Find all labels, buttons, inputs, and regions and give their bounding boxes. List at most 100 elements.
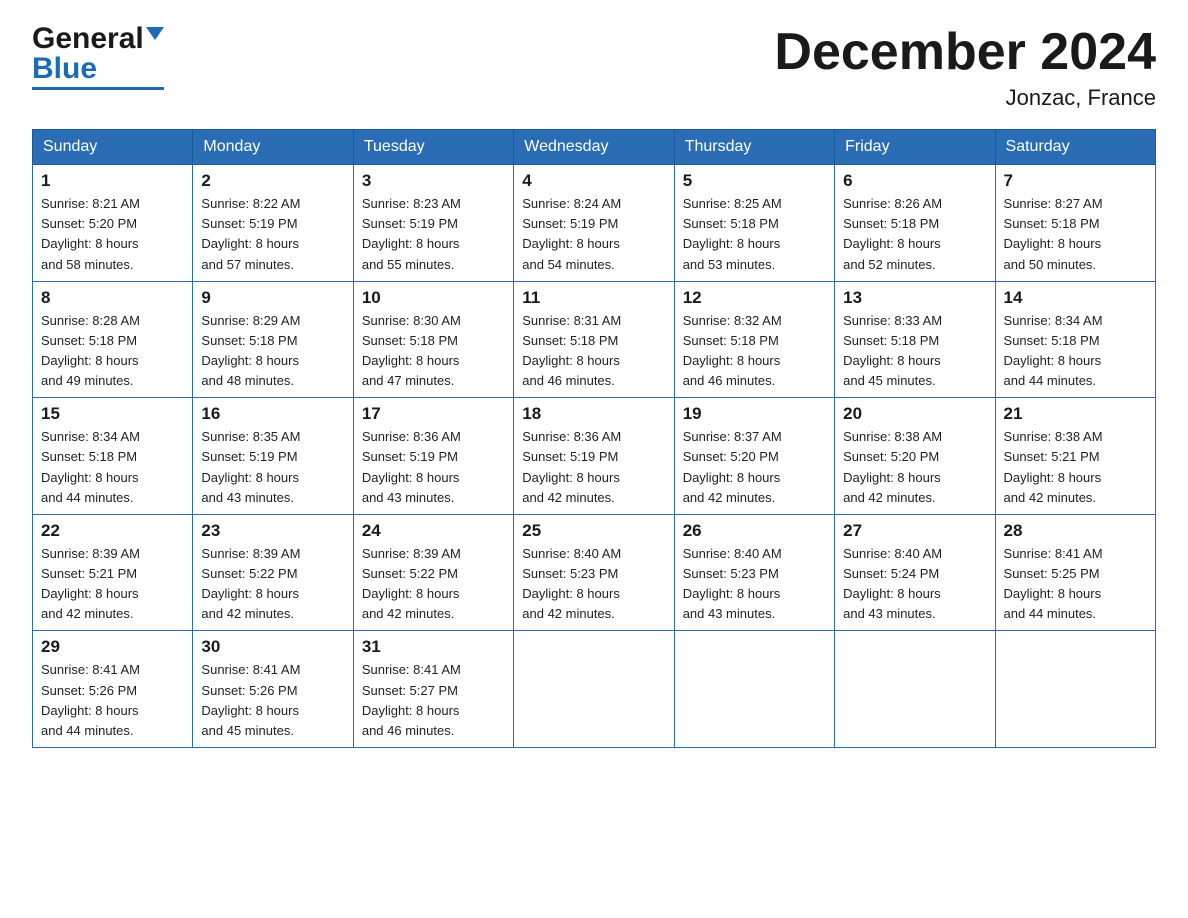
week-row-1: 1Sunrise: 8:21 AMSunset: 5:20 PMDaylight… [33,165,1156,282]
calendar-cell: 2 Sunrise: 8:22 AMSunset: 5:19 PMDaylight… [193,165,353,282]
page-header: General Blue December 2024 Jonzac, Franc… [32,24,1156,111]
calendar-cell: 11Sunrise: 8:31 AMSunset: 5:18 PMDayligh… [514,281,674,398]
day-info: Sunrise: 8:39 AMSunset: 5:22 PMDaylight:… [362,544,505,625]
day-info: Sunrise: 8:35 AMSunset: 5:19 PMDaylight:… [201,427,344,508]
week-row-2: 8 Sunrise: 8:28 AMSunset: 5:18 PMDaylight… [33,281,1156,398]
calendar-cell: 3 Sunrise: 8:23 AMSunset: 5:19 PMDaylight… [353,165,513,282]
day-number: 23 [201,521,344,541]
calendar-cell: 15 Sunrise: 8:34 AMSunset: 5:18 PMDayligh… [33,398,193,515]
day-info: Sunrise: 8:33 AMSunset: 5:18 PMDaylight:… [843,311,986,392]
day-info: Sunrise: 8:37 AMSunset: 5:20 PMDaylight:… [683,427,826,508]
calendar-cell: 22Sunrise: 8:39 AMSunset: 5:21 PMDayligh… [33,514,193,631]
logo-underline [32,87,164,90]
day-number: 10 [362,288,505,308]
day-info: Sunrise: 8:41 AMSunset: 5:26 PMDaylight:… [201,660,344,741]
calendar-cell: 4Sunrise: 8:24 AMSunset: 5:19 PMDaylight… [514,165,674,282]
day-info: Sunrise: 8:22 AMSunset: 5:19 PMDaylight:… [201,194,344,275]
day-info: Sunrise: 8:25 AMSunset: 5:18 PMDaylight:… [683,194,826,275]
day-info: Sunrise: 8:34 AMSunset: 5:18 PMDaylight:… [1004,311,1147,392]
calendar-cell: 16 Sunrise: 8:35 AMSunset: 5:19 PMDayligh… [193,398,353,515]
day-number: 6 [843,171,986,191]
calendar-cell: 8 Sunrise: 8:28 AMSunset: 5:18 PMDaylight… [33,281,193,398]
day-number: 8 [41,288,184,308]
day-number: 1 [41,171,184,191]
calendar-cell: 24Sunrise: 8:39 AMSunset: 5:22 PMDayligh… [353,514,513,631]
calendar-cell: 6Sunrise: 8:26 AMSunset: 5:18 PMDaylight… [835,165,995,282]
calendar-cell: 12Sunrise: 8:32 AMSunset: 5:18 PMDayligh… [674,281,834,398]
calendar-cell: 20 Sunrise: 8:38 AMSunset: 5:20 PMDayligh… [835,398,995,515]
day-info: Sunrise: 8:38 AMSunset: 5:21 PMDaylight:… [1004,427,1147,508]
week-row-5: 29 Sunrise: 8:41 AMSunset: 5:26 PMDayligh… [33,631,1156,748]
week-row-3: 15 Sunrise: 8:34 AMSunset: 5:18 PMDayligh… [33,398,1156,515]
day-number: 3 [362,171,505,191]
day-number: 12 [683,288,826,308]
day-info: Sunrise: 8:40 AMSunset: 5:24 PMDaylight:… [843,544,986,625]
location-text: Jonzac, France [774,85,1156,111]
calendar-cell [674,631,834,748]
calendar-cell: 30Sunrise: 8:41 AMSunset: 5:26 PMDayligh… [193,631,353,748]
day-number: 17 [362,404,505,424]
calendar-cell: 9Sunrise: 8:29 AMSunset: 5:18 PMDaylight… [193,281,353,398]
day-number: 18 [522,404,665,424]
calendar-cell: 23 Sunrise: 8:39 AMSunset: 5:22 PMDayligh… [193,514,353,631]
day-info: Sunrise: 8:34 AMSunset: 5:18 PMDaylight:… [41,427,184,508]
day-info: Sunrise: 8:28 AMSunset: 5:18 PMDaylight:… [41,311,184,392]
calendar-cell: 5Sunrise: 8:25 AMSunset: 5:18 PMDaylight… [674,165,834,282]
logo-triangle-icon [146,27,164,40]
logo-general-text: General [32,22,144,55]
day-info: Sunrise: 8:36 AMSunset: 5:19 PMDaylight:… [362,427,505,508]
calendar-cell: 26 Sunrise: 8:40 AMSunset: 5:23 PMDayligh… [674,514,834,631]
day-info: Sunrise: 8:40 AMSunset: 5:23 PMDaylight:… [683,544,826,625]
day-number: 26 [683,521,826,541]
col-header-monday: Monday [193,130,353,165]
logo: General Blue [32,24,164,90]
col-header-wednesday: Wednesday [514,130,674,165]
month-title: December 2024 [774,24,1156,81]
week-row-4: 22Sunrise: 8:39 AMSunset: 5:21 PMDayligh… [33,514,1156,631]
day-number: 11 [522,288,665,308]
day-number: 4 [522,171,665,191]
day-number: 13 [843,288,986,308]
calendar-cell: 28 Sunrise: 8:41 AMSunset: 5:25 PMDayligh… [995,514,1155,631]
day-number: 28 [1004,521,1147,541]
day-number: 9 [201,288,344,308]
col-header-thursday: Thursday [674,130,834,165]
day-number: 21 [1004,404,1147,424]
day-number: 15 [41,404,184,424]
calendar-cell: 17 Sunrise: 8:36 AMSunset: 5:19 PMDayligh… [353,398,513,515]
day-info: Sunrise: 8:41 AMSunset: 5:25 PMDaylight:… [1004,544,1147,625]
day-info: Sunrise: 8:38 AMSunset: 5:20 PMDaylight:… [843,427,986,508]
calendar-cell: 27Sunrise: 8:40 AMSunset: 5:24 PMDayligh… [835,514,995,631]
col-header-saturday: Saturday [995,130,1155,165]
calendar-cell [514,631,674,748]
day-number: 25 [522,521,665,541]
calendar-cell: 14 Sunrise: 8:34 AMSunset: 5:18 PMDayligh… [995,281,1155,398]
calendar-cell: 1Sunrise: 8:21 AMSunset: 5:20 PMDaylight… [33,165,193,282]
day-number: 29 [41,637,184,657]
day-number: 14 [1004,288,1147,308]
day-number: 16 [201,404,344,424]
day-number: 7 [1004,171,1147,191]
logo-blue-text: Blue [32,52,97,85]
day-number: 20 [843,404,986,424]
day-number: 31 [362,637,505,657]
day-info: Sunrise: 8:39 AMSunset: 5:22 PMDaylight:… [201,544,344,625]
day-info: Sunrise: 8:40 AMSunset: 5:23 PMDaylight:… [522,544,665,625]
day-info: Sunrise: 8:27 AMSunset: 5:18 PMDaylight:… [1004,194,1147,275]
day-info: Sunrise: 8:39 AMSunset: 5:21 PMDaylight:… [41,544,184,625]
calendar-cell [835,631,995,748]
calendar-cell [995,631,1155,748]
day-info: Sunrise: 8:41 AMSunset: 5:27 PMDaylight:… [362,660,505,741]
day-info: Sunrise: 8:41 AMSunset: 5:26 PMDaylight:… [41,660,184,741]
calendar-cell: 31 Sunrise: 8:41 AMSunset: 5:27 PMDayligh… [353,631,513,748]
col-header-sunday: Sunday [33,130,193,165]
calendar-cell: 10Sunrise: 8:30 AMSunset: 5:18 PMDayligh… [353,281,513,398]
calendar-cell: 19 Sunrise: 8:37 AMSunset: 5:20 PMDayligh… [674,398,834,515]
calendar-cell: 21 Sunrise: 8:38 AMSunset: 5:21 PMDayligh… [995,398,1155,515]
day-number: 2 [201,171,344,191]
calendar-cell: 25 Sunrise: 8:40 AMSunset: 5:23 PMDayligh… [514,514,674,631]
day-info: Sunrise: 8:23 AMSunset: 5:19 PMDaylight:… [362,194,505,275]
calendar-cell: 13 Sunrise: 8:33 AMSunset: 5:18 PMDayligh… [835,281,995,398]
calendar-table: SundayMondayTuesdayWednesdayThursdayFrid… [32,129,1156,748]
day-number: 19 [683,404,826,424]
